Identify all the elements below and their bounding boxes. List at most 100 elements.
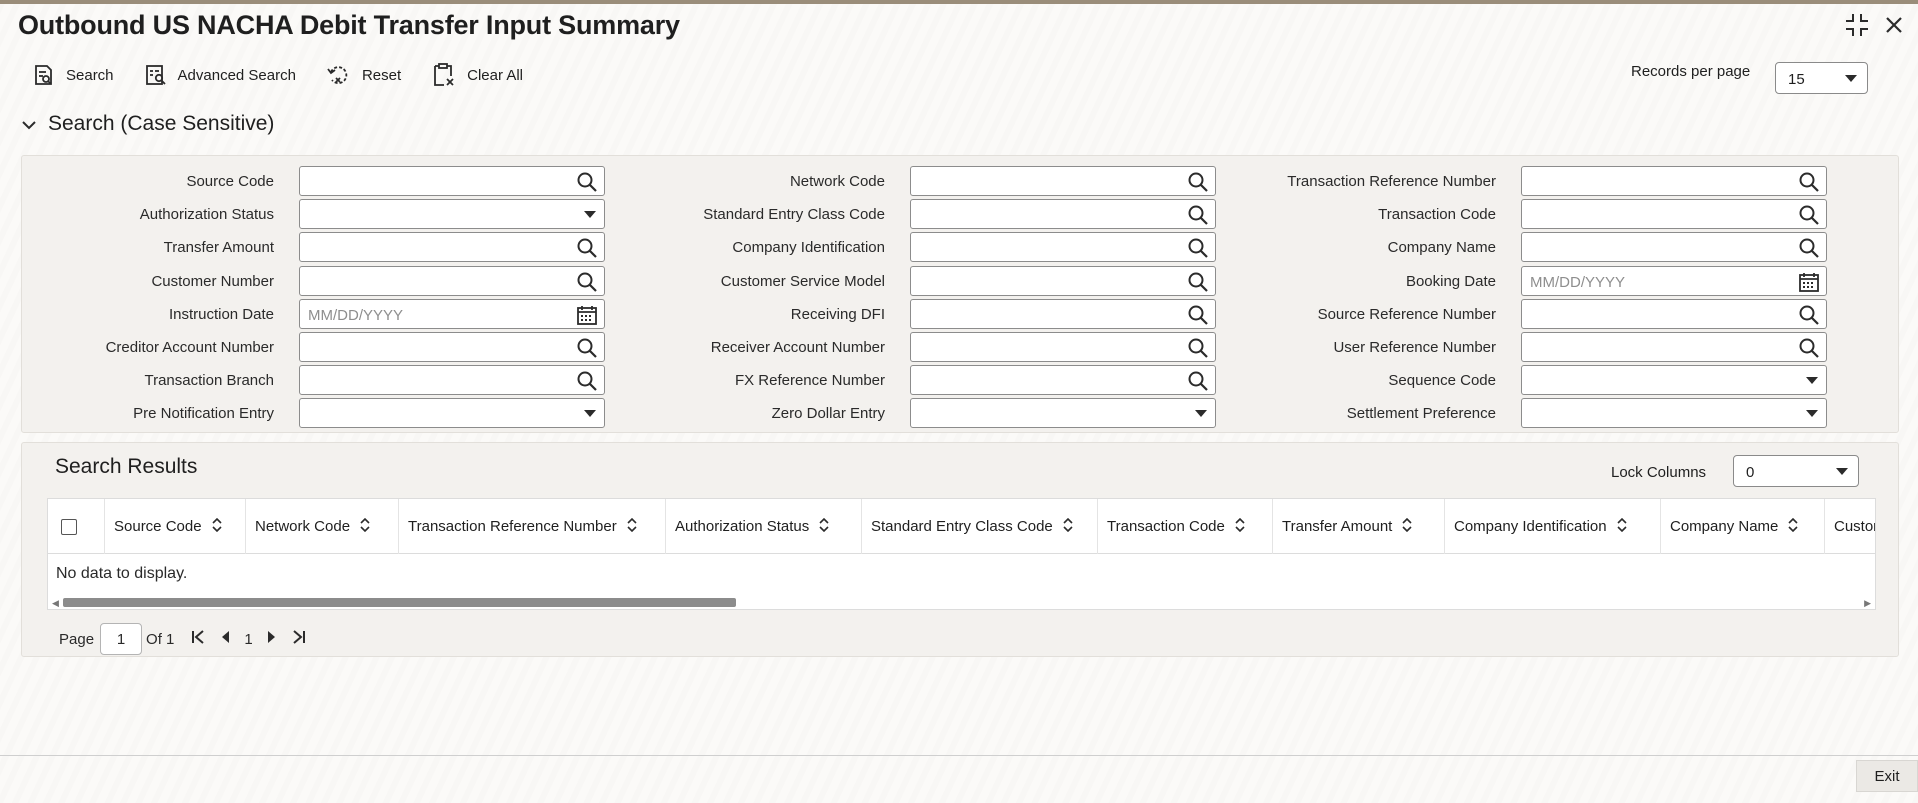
column-header-network-code[interactable]: Network Code	[246, 499, 399, 554]
column-header-transaction-code[interactable]: Transaction Code	[1098, 499, 1273, 554]
column-header-label: Transaction Code	[1107, 518, 1225, 535]
transfer-amount-field[interactable]	[299, 232, 605, 262]
customer-number-field[interactable]	[299, 266, 605, 296]
column-header-transfer-amount[interactable]: Transfer Amount	[1273, 499, 1445, 554]
column-header-customer-number[interactable]: Customer Number	[1825, 499, 1875, 554]
pre-notification-entry-select[interactable]	[299, 398, 605, 428]
column-header-label: Source Code	[114, 518, 202, 535]
booking-date-field[interactable]: MM/DD/YYYY	[1521, 266, 1827, 296]
column-header-label: Standard Entry Class Code	[871, 518, 1053, 535]
reset-icon	[326, 63, 352, 87]
zero-dollar-entry-select[interactable]	[910, 398, 1216, 428]
company-identification-field[interactable]	[910, 232, 1216, 262]
transaction-branch-label: Transaction Branch	[144, 372, 274, 389]
transfer-amount-label: Transfer Amount	[163, 239, 274, 256]
column-header-company-identification[interactable]: Company Identification	[1445, 499, 1661, 554]
clear-all-button[interactable]: Clear All	[431, 62, 523, 88]
scrollbar-thumb[interactable]	[63, 598, 736, 607]
sequence-code-select[interactable]	[1521, 365, 1827, 395]
user-reference-number-field[interactable]	[1521, 332, 1827, 362]
page-number-input[interactable]: 1	[100, 623, 143, 655]
sort-icon[interactable]	[211, 517, 222, 536]
previous-page-icon[interactable]	[220, 630, 230, 648]
sort-icon[interactable]	[1402, 517, 1412, 536]
column-header-transaction-reference-number[interactable]: Transaction Reference Number	[399, 499, 666, 554]
lock-columns-label: Lock Columns	[1611, 464, 1707, 481]
sort-icon[interactable]	[1063, 517, 1073, 536]
search-icon[interactable]	[1798, 237, 1820, 264]
scroll-right-icon[interactable]: ▶	[1864, 598, 1871, 609]
creditor-account-number-label: Creditor Account Number	[105, 339, 274, 356]
search-icon[interactable]	[1798, 304, 1820, 331]
column-header-label: Company Name	[1670, 518, 1779, 535]
search-button[interactable]: Search	[32, 63, 114, 87]
column-header-source-code[interactable]: Source Code	[105, 499, 246, 554]
authorization-status-select[interactable]	[299, 199, 605, 229]
sort-icon[interactable]	[1788, 517, 1798, 536]
results-table: Source Code Network Code Transaction Refer…	[47, 498, 1876, 610]
select-all-checkbox[interactable]	[61, 518, 77, 535]
horizontal-scrollbar[interactable]: ◀ ▶	[48, 595, 1875, 609]
search-icon[interactable]	[1798, 171, 1820, 198]
column-header-standard-entry-class-code[interactable]: Standard Entry Class Code	[862, 499, 1098, 554]
standard-entry-class-code-field[interactable]	[910, 199, 1216, 229]
source-reference-number-field[interactable]	[1521, 299, 1827, 329]
chevron-down-icon	[22, 112, 36, 136]
chevron-down-icon	[1845, 75, 1857, 82]
search-section-toggle[interactable]: Search (Case Sensitive)	[22, 112, 274, 136]
column-header-label: Authorization Status	[675, 518, 810, 535]
reset-button[interactable]: Reset	[326, 63, 401, 87]
lock-columns-select[interactable]: 0	[1733, 455, 1859, 487]
search-icon[interactable]	[1798, 204, 1820, 231]
transaction-code-field[interactable]	[1521, 199, 1827, 229]
advanced-search-button[interactable]: Advanced Search	[144, 63, 296, 87]
last-page-icon[interactable]	[291, 629, 307, 649]
records-per-page-value: 15	[1788, 71, 1805, 88]
table-header-row: Source Code Network Code Transaction Refer…	[48, 499, 1875, 554]
current-page-number[interactable]: 1	[244, 631, 252, 648]
receiver-account-number-label: Receiver Account Number	[710, 339, 885, 356]
empty-message: No data to display.	[56, 565, 188, 582]
source-code-field[interactable]	[299, 166, 605, 196]
next-page-icon[interactable]	[267, 630, 277, 648]
minimize-icon[interactable]	[1844, 12, 1870, 38]
column-header-label: Transaction Reference Number	[408, 518, 617, 535]
receiver-account-number-field[interactable]	[910, 332, 1216, 362]
search-icon[interactable]	[1798, 337, 1820, 364]
settlement-preference-select[interactable]	[1521, 398, 1827, 428]
column-header-label: Network Code	[255, 518, 351, 535]
footer-divider	[0, 755, 1918, 756]
calendar-icon[interactable]	[1798, 271, 1820, 298]
sort-icon[interactable]	[819, 517, 829, 536]
instruction-date-field[interactable]: MM/DD/YYYY	[299, 299, 605, 329]
sort-icon[interactable]	[360, 517, 370, 536]
clear-all-icon	[431, 62, 457, 88]
sort-icon[interactable]	[627, 517, 637, 536]
scroll-left-icon[interactable]: ◀	[52, 598, 59, 609]
chevron-down-icon	[1836, 468, 1848, 475]
fx-reference-number-field[interactable]	[910, 365, 1216, 395]
authorization-status-label: Authorization Status	[139, 206, 274, 223]
column-header-authorization-status[interactable]: Authorization Status	[666, 499, 862, 554]
column-header-label: Transfer Amount	[1282, 518, 1393, 535]
sort-icon[interactable]	[1617, 517, 1627, 536]
chevron-down-icon	[1806, 377, 1818, 384]
search-results-title: Search Results	[55, 455, 198, 478]
company-name-field[interactable]	[1521, 232, 1827, 262]
network-code-field[interactable]	[910, 166, 1216, 196]
exit-button[interactable]: Exit	[1856, 760, 1918, 792]
company-identification-label: Company Identification	[732, 239, 885, 256]
customer-service-model-field[interactable]	[910, 266, 1216, 296]
close-icon[interactable]	[1884, 15, 1904, 35]
page-title: Outbound US NACHA Debit Transfer Input S…	[18, 10, 680, 40]
records-per-page-select[interactable]: 15	[1775, 62, 1868, 94]
receiving-dfi-field[interactable]	[910, 299, 1216, 329]
transaction-reference-number-field[interactable]	[1521, 166, 1827, 196]
creditor-account-number-field[interactable]	[299, 332, 605, 362]
transaction-branch-field[interactable]	[299, 365, 605, 395]
sort-icon[interactable]	[1235, 517, 1245, 536]
column-header-company-name[interactable]: Company Name	[1661, 499, 1825, 554]
source-code-label: Source Code	[186, 173, 274, 190]
page-number-value: 1	[116, 630, 126, 648]
first-page-icon[interactable]	[190, 629, 206, 649]
